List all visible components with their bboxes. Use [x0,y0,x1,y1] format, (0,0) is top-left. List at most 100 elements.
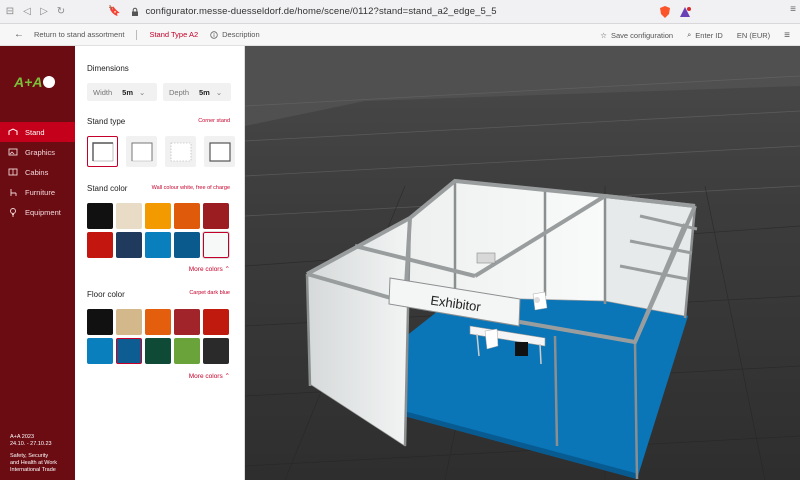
browser-toolbar: ⊟ ◁ ▷ ↻ 🔖 configurator.messe-duesseldorf… [0,0,800,24]
chevron-down-icon: ⌄ [215,87,223,97]
brave-shield-icon[interactable] [658,5,672,19]
stand-color-swatch[interactable] [174,232,200,258]
sidebar-item-cabins[interactable]: Cabins [0,162,75,182]
stand-corner-icon [91,141,113,161]
floor-color-swatch[interactable] [174,309,200,335]
dimensions-title: Dimensions [87,64,129,73]
sidebar-item-label: Stand [25,127,45,137]
depth-select[interactable]: Depth 5m ⌄ [163,83,231,101]
brave-rewards-icon[interactable] [678,5,692,19]
main-sidebar: A+A Stand Graphics Cabins Furniture Equi… [0,46,75,480]
description-button[interactable]: Description [210,30,260,39]
star-icon: ☆ [600,30,607,40]
return-button[interactable]: ← Return to stand assortment [14,29,124,40]
floor-color-swatch[interactable] [87,338,113,364]
floor-color-swatch[interactable] [174,338,200,364]
back-nav-icon[interactable]: ◁ [20,5,34,19]
enter-id-button[interactable]: ⌕ Enter ID [687,30,723,40]
sidebar-item-graphics[interactable]: Graphics [0,142,75,162]
hamburger-menu-icon[interactable]: ≡ [784,30,790,41]
stand-color-swatch[interactable] [87,232,113,258]
width-select[interactable]: Width 5m ⌄ [87,83,157,101]
stand-color-swatch[interactable] [116,232,142,258]
3d-stand-viewport[interactable]: Exhibitor [245,46,800,480]
event-tagline-3: International Trade [10,467,56,473]
menu-icon[interactable]: ≡ [790,4,796,15]
stand-3d-scene: Exhibitor [245,46,800,480]
sidebar-item-label: Furniture [25,187,56,197]
search-icon: ⌕ [687,30,692,39]
stand-color-swatch[interactable] [87,203,113,229]
info-icon [210,30,218,39]
forward-nav-icon[interactable]: ▷ [37,5,51,19]
stand-color-swatches [87,203,230,259]
sidebar-toggle-icon[interactable]: ⊟ [3,5,17,19]
stand-head-icon [208,141,231,162]
sidebar-item-label: Graphics [25,147,56,157]
stand-type-options [87,136,235,167]
url-text: configurator.messe-duesseldorf.de/home/s… [145,6,497,17]
stand-color-swatch[interactable] [145,232,171,258]
address-bar[interactable]: configurator.messe-duesseldorf.de/home/s… [130,4,497,20]
event-tagline-2: and Health at Work [10,460,57,466]
stand-type-island[interactable] [165,136,196,167]
stand-color-swatch[interactable] [202,231,230,259]
floor-color-title: Floor color [87,290,125,299]
event-name: A+A 2023 [10,434,35,440]
stand-type-head[interactable] [204,136,235,167]
width-value: 5m [122,87,134,97]
event-tagline-1: Safety, Security [10,453,49,459]
more-stand-colors-link[interactable]: More colors ⌃ [189,265,230,273]
width-label: Width [93,87,113,97]
sidebar-nav: Stand Graphics Cabins Furniture Equipmen… [0,122,75,222]
event-dates: 24.10. - 27.10.23 [10,441,52,447]
toolbar-separator [136,29,138,40]
stand-color-swatch[interactable] [174,203,200,229]
sidebar-item-label: Equipment [25,207,61,217]
floor-color-note: Carpet dark blue [189,290,230,296]
sidebar-item-furniture[interactable]: Furniture [0,182,75,202]
stand-color-title: Stand color [87,184,128,193]
floor-color-swatch[interactable] [87,309,113,335]
cabins-icon [8,167,18,177]
stand-color-swatch[interactable] [145,203,171,229]
equipment-icon [8,207,18,217]
sidebar-item-equipment[interactable]: Equipment [0,202,75,222]
lock-icon [132,7,139,16]
bookmark-icon[interactable]: 🔖 [108,6,120,17]
return-label: Return to stand assortment [34,30,125,39]
stand-color-swatch[interactable] [116,203,142,229]
stand-type-row[interactable] [126,136,157,167]
sidebar-item-label: Cabins [25,167,49,177]
app-toolbar: ← Return to stand assortment Stand Type … [0,24,800,46]
floor-color-swatch[interactable] [203,338,229,364]
locale-label: EN (EUR) [736,30,771,40]
arrow-left-icon: ← [14,29,24,40]
stand-color-note: Wall colour white, free of charge [151,185,230,191]
chevron-down-icon: ⌄ [139,87,146,97]
sidebar-item-stand[interactable]: Stand [0,122,75,142]
config-panel: Dimensions Width 5m ⌄ Depth 5m ⌄ Stand t… [75,46,245,480]
furniture-icon [8,187,18,197]
save-label: Save configuration [610,30,674,40]
stand-color-swatch[interactable] [203,203,229,229]
floor-color-swatch[interactable] [116,338,142,364]
locale-button[interactable]: EN (EUR) [737,31,770,40]
stand-icon [8,127,18,137]
floor-color-swatch[interactable] [203,309,229,335]
stand-island-icon [170,142,191,161]
aa-logo: A+A [14,74,56,90]
save-configuration-button[interactable]: ☆ Save configuration [600,31,673,40]
floor-color-swatch[interactable] [116,309,142,335]
stand-type-corner[interactable] [87,136,118,167]
floor-color-swatch[interactable] [145,309,171,335]
tab-stand-type[interactable]: Stand Type A2 [149,30,198,39]
reload-icon[interactable]: ↻ [54,5,68,19]
event-info: A+A 2023 24.10. - 27.10.23 Safety, Secur… [10,434,57,474]
floor-color-swatches [87,309,229,364]
graphics-icon [8,147,18,157]
more-floor-colors-link[interactable]: More colors ⌃ [189,372,230,380]
floor-color-swatch[interactable] [145,338,171,364]
enter-id-label: Enter ID [695,30,723,40]
stand-type-note: Corner stand [198,118,230,124]
